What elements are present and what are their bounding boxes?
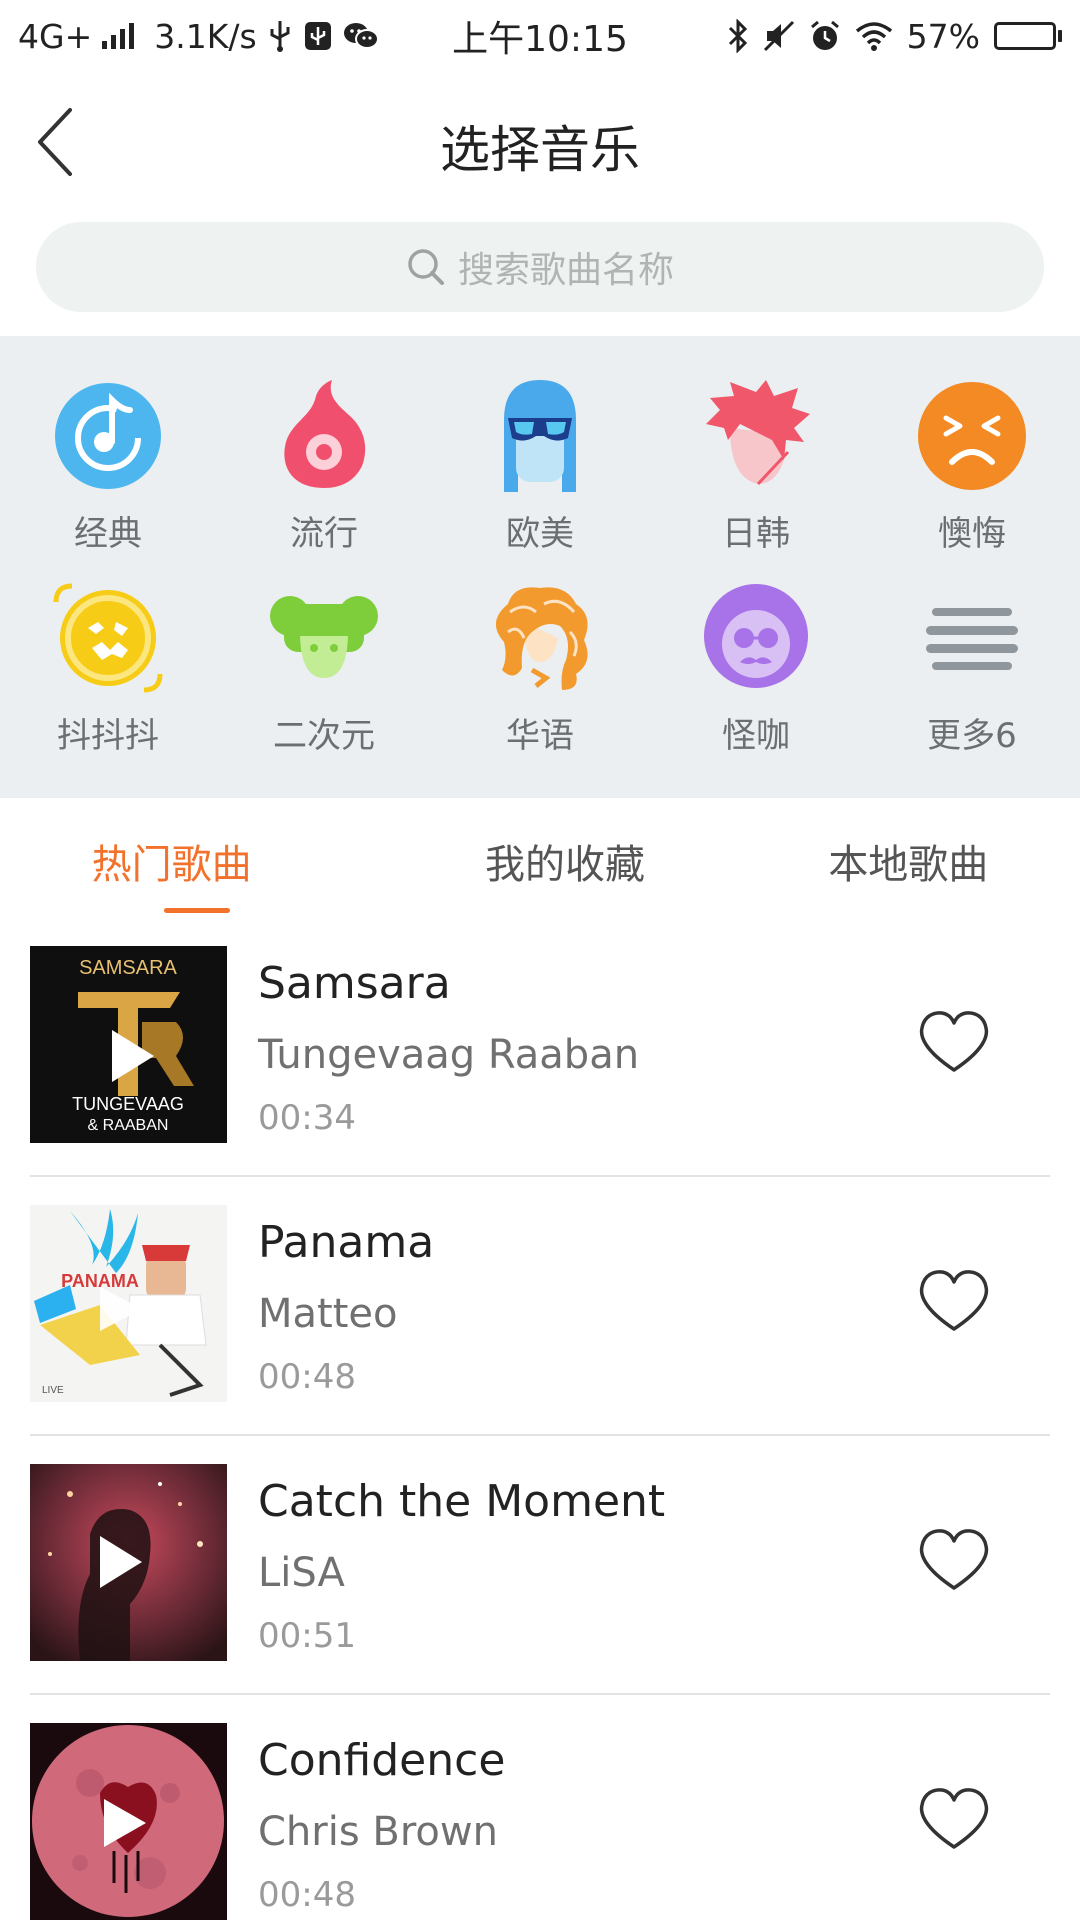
song-title: Panama <box>258 1217 435 1268</box>
song-duration: 00:48 <box>258 1875 356 1915</box>
category-label: 抖抖抖 <box>57 716 159 756</box>
shaky-face-icon <box>53 583 163 693</box>
album-art: SAMSARA TUNGEVAAG & RAABAN <box>30 946 227 1143</box>
heart-icon[interactable] <box>918 1528 990 1592</box>
song-row[interactable]: SAMSARA TUNGEVAAG & RAABAN Samsara Tunge… <box>30 918 1050 1177</box>
cover-artist: TUNGEVAAG <box>72 1094 184 1114</box>
flame-icon <box>284 380 366 488</box>
mustache-face-icon <box>704 584 808 688</box>
status-time: 上午10:15 <box>452 19 628 60</box>
album-cover[interactable]: SAMSARA TUNGEVAAG & RAABAN <box>30 946 227 1143</box>
song-title: Samsara <box>258 958 451 1009</box>
album-art <box>30 1723 227 1920</box>
heart-icon[interactable] <box>918 1010 990 1074</box>
song-duration: 00:34 <box>258 1098 356 1138</box>
category-label: 华语 <box>506 716 574 756</box>
album-cover[interactable] <box>30 1723 227 1920</box>
search-icon <box>408 249 444 285</box>
tab-bar: 热门歌曲 我的收藏 本地歌曲 <box>0 798 1080 918</box>
cartoon-head-icon <box>270 596 378 678</box>
sunglasses-face-icon <box>504 380 576 492</box>
category-western[interactable]: 欧美 <box>432 380 648 582</box>
category-classic[interactable]: 经典 <box>0 380 216 582</box>
song-duration: 00:48 <box>258 1357 356 1397</box>
song-artist: Chris Brown <box>258 1809 498 1855</box>
album-art <box>30 1464 227 1661</box>
song-list: SAMSARA TUNGEVAAG & RAABAN Samsara Tunge… <box>0 918 1080 1920</box>
category-label: 流行 <box>290 514 358 554</box>
category-label: 怪咖 <box>722 716 790 756</box>
more-lines-icon <box>926 608 1018 670</box>
status-bar: 4G+ 3.1K/s 上午10:15 57% <box>0 0 1080 72</box>
song-title: Catch the Moment <box>258 1476 666 1527</box>
category-chinese[interactable]: 华语 <box>432 582 648 784</box>
tab-local-songs[interactable]: 本地歌曲 <box>737 798 1080 918</box>
category-label: 欧美 <box>506 514 574 554</box>
cover-title: SAMSARA <box>79 957 177 979</box>
heart-icon[interactable] <box>918 1269 990 1333</box>
sad-face-icon <box>918 382 1026 490</box>
category-pop[interactable]: 流行 <box>216 380 432 582</box>
cover-artist-2: & RAABAN <box>88 1117 169 1134</box>
wavy-hair-icon <box>495 587 588 690</box>
category-label: 日韩 <box>722 514 790 554</box>
song-row[interactable]: Catch the Moment LiSA 00:51 <box>30 1436 1050 1695</box>
page-title: 选择音乐 <box>440 121 640 179</box>
category-acg[interactable]: 二次元 <box>216 582 432 784</box>
search-input[interactable]: 搜索歌曲名称 <box>36 222 1044 312</box>
category-grid: 经典 流行 欧美 日韩 懊悔 抖抖抖 二次元 华语 怪咖 更多6 <box>0 336 1080 798</box>
song-artist: Matteo <box>258 1291 398 1337</box>
category-shake[interactable]: 抖抖抖 <box>0 582 216 784</box>
category-label: 更多6 <box>927 716 1017 756</box>
category-label: 懊悔 <box>938 514 1006 554</box>
album-cover[interactable] <box>30 1464 227 1661</box>
category-quirky[interactable]: 怪咖 <box>648 582 864 784</box>
search-placeholder: 搜索歌曲名称 <box>457 250 674 291</box>
tab-my-favorites[interactable]: 我的收藏 <box>393 798 736 918</box>
album-cover[interactable]: PANAMA LIVE <box>30 1205 227 1402</box>
category-label: 经典 <box>74 514 142 554</box>
category-row: 经典 流行 欧美 日韩 懊悔 <box>0 380 1080 582</box>
category-more[interactable]: 更多6 <box>864 582 1080 784</box>
tab-hot-songs[interactable]: 热门歌曲 <box>0 798 393 918</box>
song-duration: 00:51 <box>258 1616 356 1656</box>
song-artist: LiSA <box>258 1550 345 1596</box>
song-artist: Tungevaag Raaban <box>258 1032 640 1078</box>
anime-hair-icon <box>706 380 810 486</box>
category-jpkr[interactable]: 日韩 <box>648 380 864 582</box>
heart-icon[interactable] <box>918 1787 990 1851</box>
cover-tag: LIVE <box>42 1385 64 1396</box>
header: 选择音乐 <box>0 72 1080 212</box>
category-row: 抖抖抖 二次元 华语 怪咖 更多6 <box>0 582 1080 784</box>
note-disc-icon <box>55 383 161 489</box>
song-row[interactable]: PANAMA LIVE Panama Matteo 00:48 <box>30 1177 1050 1436</box>
song-row[interactable]: Confidence Chris Brown 00:48 <box>30 1695 1050 1920</box>
album-art: PANAMA LIVE <box>30 1205 227 1402</box>
category-regret[interactable]: 懊悔 <box>864 380 1080 582</box>
battery-icon <box>994 22 1062 50</box>
song-title: Confidence <box>258 1735 506 1786</box>
category-label: 二次元 <box>273 716 375 756</box>
